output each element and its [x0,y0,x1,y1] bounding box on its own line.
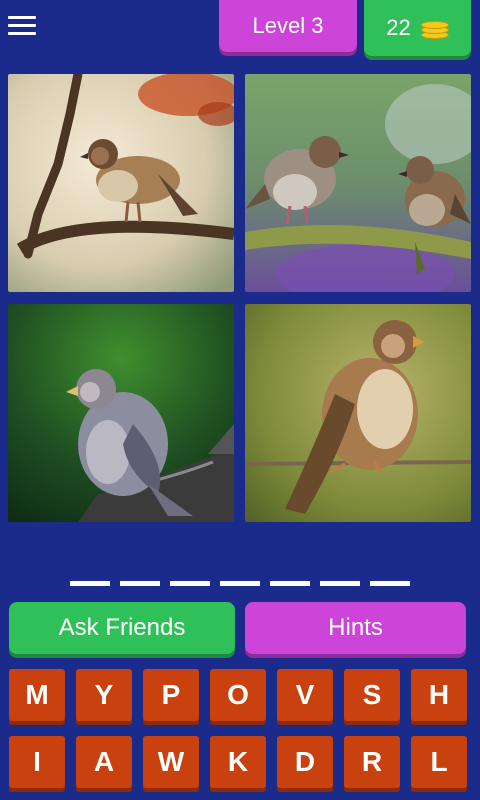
letter-key-i[interactable]: I [9,736,65,788]
puzzle-image-3 [8,304,234,522]
letter-key-w[interactable]: W [143,736,199,788]
answer-slot[interactable] [70,581,110,586]
hamburger-menu-icon[interactable] [8,12,36,38]
answer-slot[interactable] [320,581,360,586]
letter-key-l[interactable]: L [411,736,467,788]
coin-stack-icon [420,17,449,39]
answer-slot[interactable] [220,581,260,586]
answer-slot[interactable] [170,581,210,586]
letter-key-h[interactable]: H [411,669,467,721]
puzzle-image-2 [245,74,471,292]
answer-slots [70,581,412,587]
puzzle-image-1 [8,74,234,292]
letter-key-r[interactable]: R [344,736,400,788]
answer-slot[interactable] [370,581,410,586]
letter-key-s[interactable]: S [344,669,400,721]
level-label: Level 3 [252,13,324,38]
answer-slot[interactable] [120,581,160,586]
letter-key-k[interactable]: K [210,736,266,788]
letter-key-p[interactable]: P [143,669,199,721]
letter-key-m[interactable]: M [9,669,65,721]
puzzle-image-4 [245,304,471,522]
level-badge: Level 3 [219,0,357,52]
letter-key-d[interactable]: D [277,736,333,788]
answer-slot[interactable] [270,581,310,586]
letter-key-a[interactable]: A [76,736,132,788]
ask-friends-button[interactable]: Ask Friends [9,602,235,654]
coin-counter[interactable]: 22 [364,0,471,56]
letter-key-o[interactable]: O [210,669,266,721]
coin-count: 22 [386,15,411,40]
letter-key-v[interactable]: V [277,669,333,721]
hints-button[interactable]: Hints [245,602,466,654]
letter-key-y[interactable]: Y [76,669,132,721]
